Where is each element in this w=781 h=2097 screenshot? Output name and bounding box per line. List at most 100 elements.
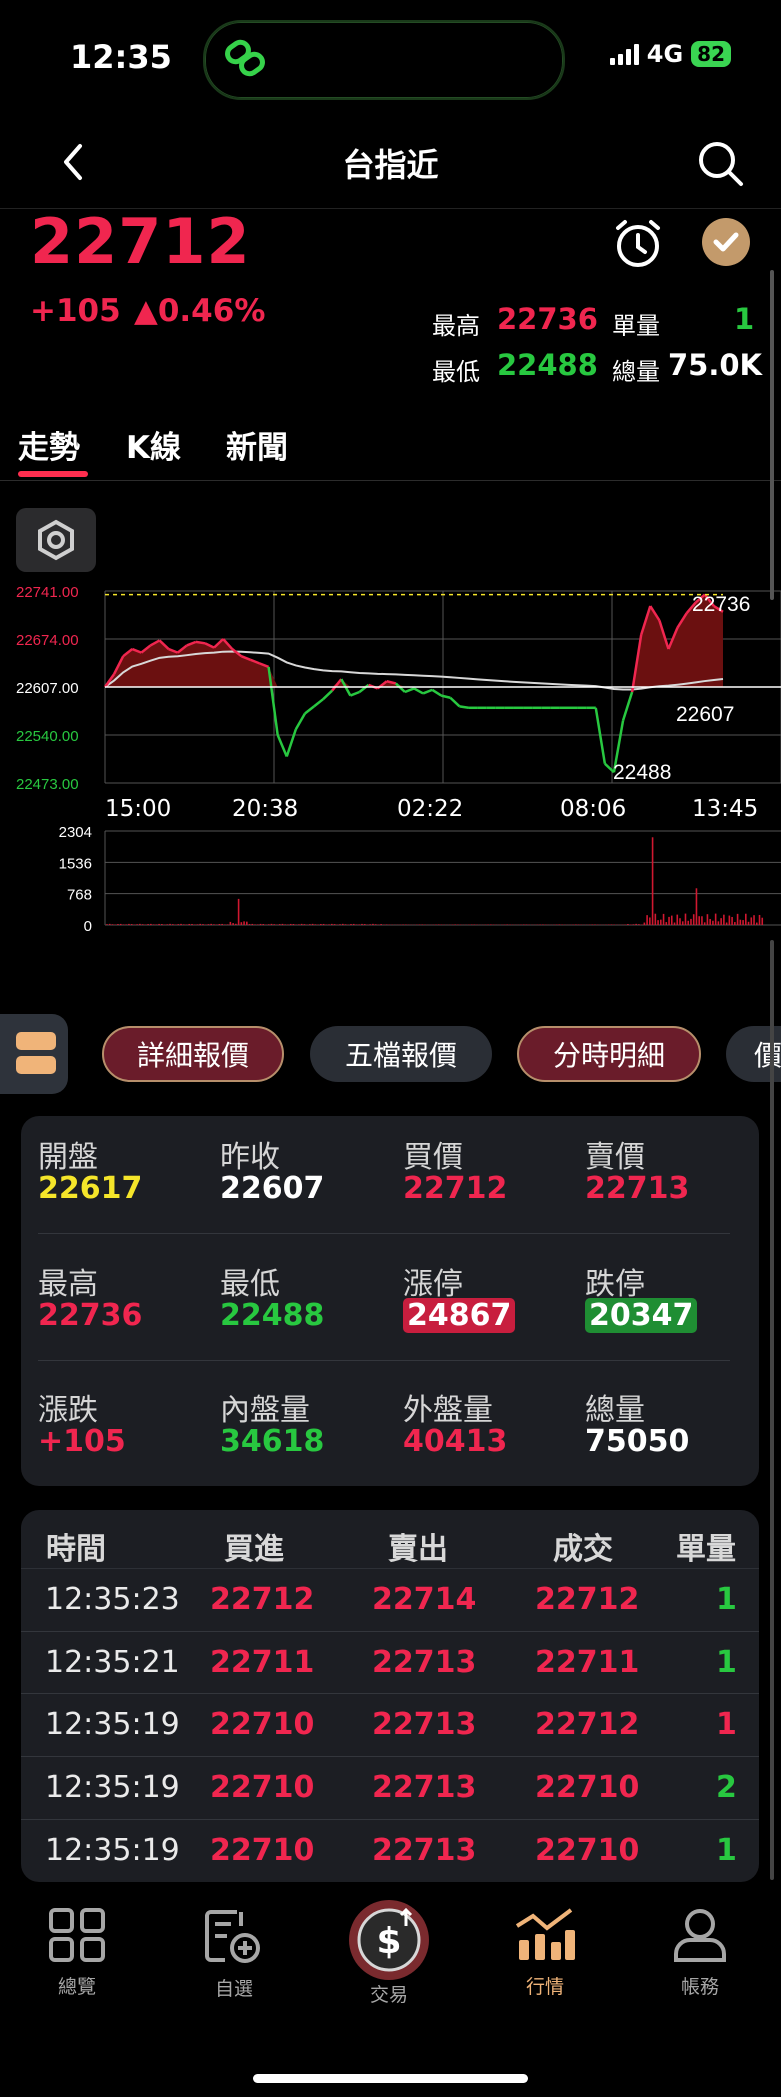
price-segment (294, 712, 307, 730)
tick-time: 12:35:19 (45, 1833, 180, 1868)
detail-label: 最低 (220, 1267, 280, 1302)
th-bid: 買進 (224, 1532, 284, 1567)
chart-settings-button[interactable] (16, 508, 96, 572)
tick-time: 12:35:23 (45, 1582, 180, 1617)
y-tick-label: 22473.00 (16, 776, 79, 793)
scrollbar[interactable] (770, 940, 774, 1880)
favorite-check-button[interactable] (702, 218, 750, 266)
nav-market[interactable]: 行情 (485, 1906, 605, 1999)
detail-value: 22617 (38, 1171, 143, 1206)
detail-label: 外盤量 (403, 1393, 493, 1428)
unit-volume-label: 單量 (612, 312, 660, 340)
home-indicator[interactable] (253, 2074, 528, 2083)
nav-label: 行情 (525, 1976, 564, 1998)
detail-value: 22713 (585, 1171, 690, 1206)
status-time: 12:35 (70, 38, 172, 76)
nav-watchlist[interactable]: 自選 (174, 1906, 294, 2001)
tick-bid: 22710 (210, 1707, 315, 1742)
nav-label: 自選 (214, 1978, 253, 2000)
divider (21, 1568, 759, 1569)
detail-value: 20347 (585, 1298, 698, 1333)
detail-value: 24867 (403, 1298, 516, 1333)
price-segment (431, 688, 442, 697)
price-segment (449, 696, 461, 708)
tick-ask: 22713 (372, 1645, 477, 1680)
th-trade: 成交 (553, 1532, 613, 1567)
tick-ask: 22713 (372, 1833, 477, 1868)
low-label: 最低 (432, 358, 480, 386)
detail-label: 昨收 (220, 1140, 280, 1175)
detail-label: 買價 (403, 1140, 463, 1175)
high-value: 22736 (497, 302, 598, 336)
tick-time: 12:35:21 (45, 1645, 180, 1680)
price-segment (349, 690, 360, 697)
high-label: 最高 (432, 312, 480, 340)
nav-account[interactable]: 帳務 (640, 1906, 760, 1999)
y-tick-label: 22674.00 (16, 632, 79, 649)
volume-y-tick-label: 0 (84, 918, 92, 935)
nav-overview[interactable]: 總覽 (17, 1906, 137, 1999)
annotation-ref: 22607 (676, 703, 734, 726)
tab-trend[interactable]: 走勢 (18, 422, 80, 467)
x-tick-label: 13:45 (692, 796, 759, 822)
alarm-clock-icon[interactable] (612, 218, 664, 270)
tick-volume: 1 (716, 1645, 737, 1680)
detail-value: 40413 (403, 1424, 508, 1459)
chip-tick-detail[interactable]: 分時明細 (517, 1026, 701, 1082)
scrollbar[interactable] (770, 270, 774, 600)
search-icon[interactable] (695, 138, 745, 188)
divider (0, 480, 781, 481)
checkmark-icon (713, 232, 739, 252)
tab-kline[interactable]: K線 (126, 422, 181, 467)
price-segment (404, 687, 415, 694)
detail-label: 開盤 (38, 1140, 98, 1175)
detail-label: 最高 (38, 1267, 98, 1302)
y-tick-label: 22741.00 (16, 584, 79, 601)
detail-label: 內盤量 (220, 1393, 310, 1428)
price-segment (276, 734, 288, 757)
dynamic-island (203, 20, 565, 100)
price-segment (422, 688, 433, 695)
x-tick-label: 15:00 (105, 796, 172, 822)
th-ask: 賣出 (388, 1532, 448, 1567)
link-icon (225, 39, 265, 77)
grid-icon (49, 1908, 105, 1962)
price-change: +105 (30, 293, 121, 329)
price-segment (594, 707, 607, 764)
page-title: 台指近 (342, 146, 439, 184)
detail-label: 跌停 (585, 1267, 645, 1302)
total-volume-value: 75.0K (668, 348, 763, 382)
volume-grid (104, 830, 781, 926)
detail-value: 22607 (220, 1171, 325, 1206)
svg-text:$: $ (376, 1921, 401, 1962)
signal-icon (609, 43, 639, 65)
tick-bid: 22712 (210, 1582, 315, 1617)
x-tick-label: 20:38 (232, 796, 299, 822)
detail-label: 漲跌 (38, 1393, 98, 1428)
x-tick-label: 02:22 (397, 796, 464, 822)
low-value: 22488 (497, 348, 598, 382)
volume-bars (106, 837, 764, 925)
menu-toggle-button[interactable] (0, 1014, 68, 1094)
th-time: 時間 (46, 1532, 106, 1567)
tick-bid: 22711 (210, 1645, 315, 1680)
price-segment (304, 705, 315, 715)
tick-trade: 22712 (535, 1582, 640, 1617)
nav-trade[interactable]: $ 交易 (329, 1898, 449, 2007)
divider (21, 1819, 759, 1820)
tab-news[interactable]: 新聞 (226, 422, 288, 467)
divider (38, 1233, 730, 1234)
price-change-percent: ▲0.46% (134, 293, 266, 329)
detail-value: 75050 (585, 1424, 690, 1459)
tick-volume: 1 (716, 1707, 737, 1742)
tick-trade: 22710 (535, 1833, 640, 1868)
price-segment (322, 689, 334, 701)
tick-ask: 22713 (372, 1707, 477, 1742)
y-tick-label: 22607.00 (16, 680, 79, 697)
nav-label: 帳務 (680, 1976, 719, 1998)
price-segment (621, 691, 634, 722)
chip-detail-quote[interactable]: 詳細報價 (102, 1026, 284, 1082)
volume-y-tick-label: 2304 (59, 824, 92, 841)
chip-five-level[interactable]: 五檔報價 (310, 1026, 492, 1082)
tick-trade: 22711 (535, 1645, 640, 1680)
